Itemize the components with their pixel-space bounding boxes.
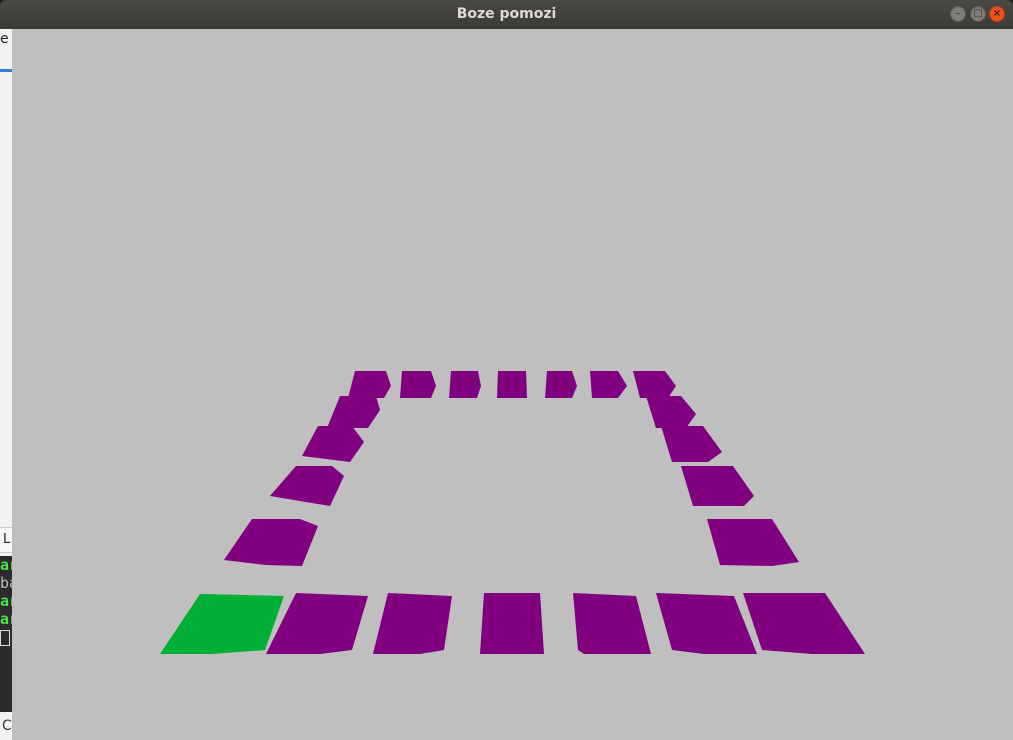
terminal-cursor: [0, 629, 10, 646]
board-tile[interactable]: [545, 371, 577, 398]
close-icon: ×: [992, 8, 1002, 19]
board-tile[interactable]: [661, 426, 722, 462]
window-title: Boze pomozi: [456, 6, 557, 22]
board-tile[interactable]: [224, 519, 318, 566]
close-button[interactable]: ×: [989, 6, 1005, 22]
board-tile[interactable]: [743, 593, 865, 654]
board-tile[interactable]: [681, 466, 754, 506]
board-tile[interactable]: [270, 466, 344, 506]
board-tile[interactable]: [449, 371, 481, 398]
board-tile[interactable]: [646, 396, 696, 428]
minimize-button[interactable]: –: [950, 6, 966, 22]
board-tile[interactable]: [590, 371, 627, 398]
board-tile[interactable]: [373, 593, 452, 654]
board-tile[interactable]: [656, 593, 757, 654]
board-tile[interactable]: [348, 371, 391, 398]
board-tile[interactable]: [302, 426, 364, 462]
board-tile[interactable]: [400, 371, 436, 398]
board-tile[interactable]: [497, 371, 527, 398]
game-board[interactable]: [12, 29, 1013, 740]
board-tile[interactable]: [480, 593, 544, 654]
board-tile[interactable]: [327, 396, 380, 428]
board-tile-current[interactable]: [160, 594, 284, 654]
maximize-button[interactable]: □: [970, 6, 986, 22]
background-accent-bar: [0, 69, 12, 72]
window-titlebar[interactable]: Boze pomozi – □ ×: [0, 0, 1013, 29]
board-tile[interactable]: [707, 519, 799, 566]
game-canvas[interactable]: [12, 29, 1013, 740]
board-tile[interactable]: [573, 593, 651, 654]
background-menu-text: e: [0, 31, 9, 47]
maximize-icon: □: [973, 8, 983, 19]
board-tile[interactable]: [633, 371, 676, 398]
minimize-icon: –: [955, 8, 961, 19]
game-window: Boze pomozi – □ ×: [0, 0, 1013, 740]
